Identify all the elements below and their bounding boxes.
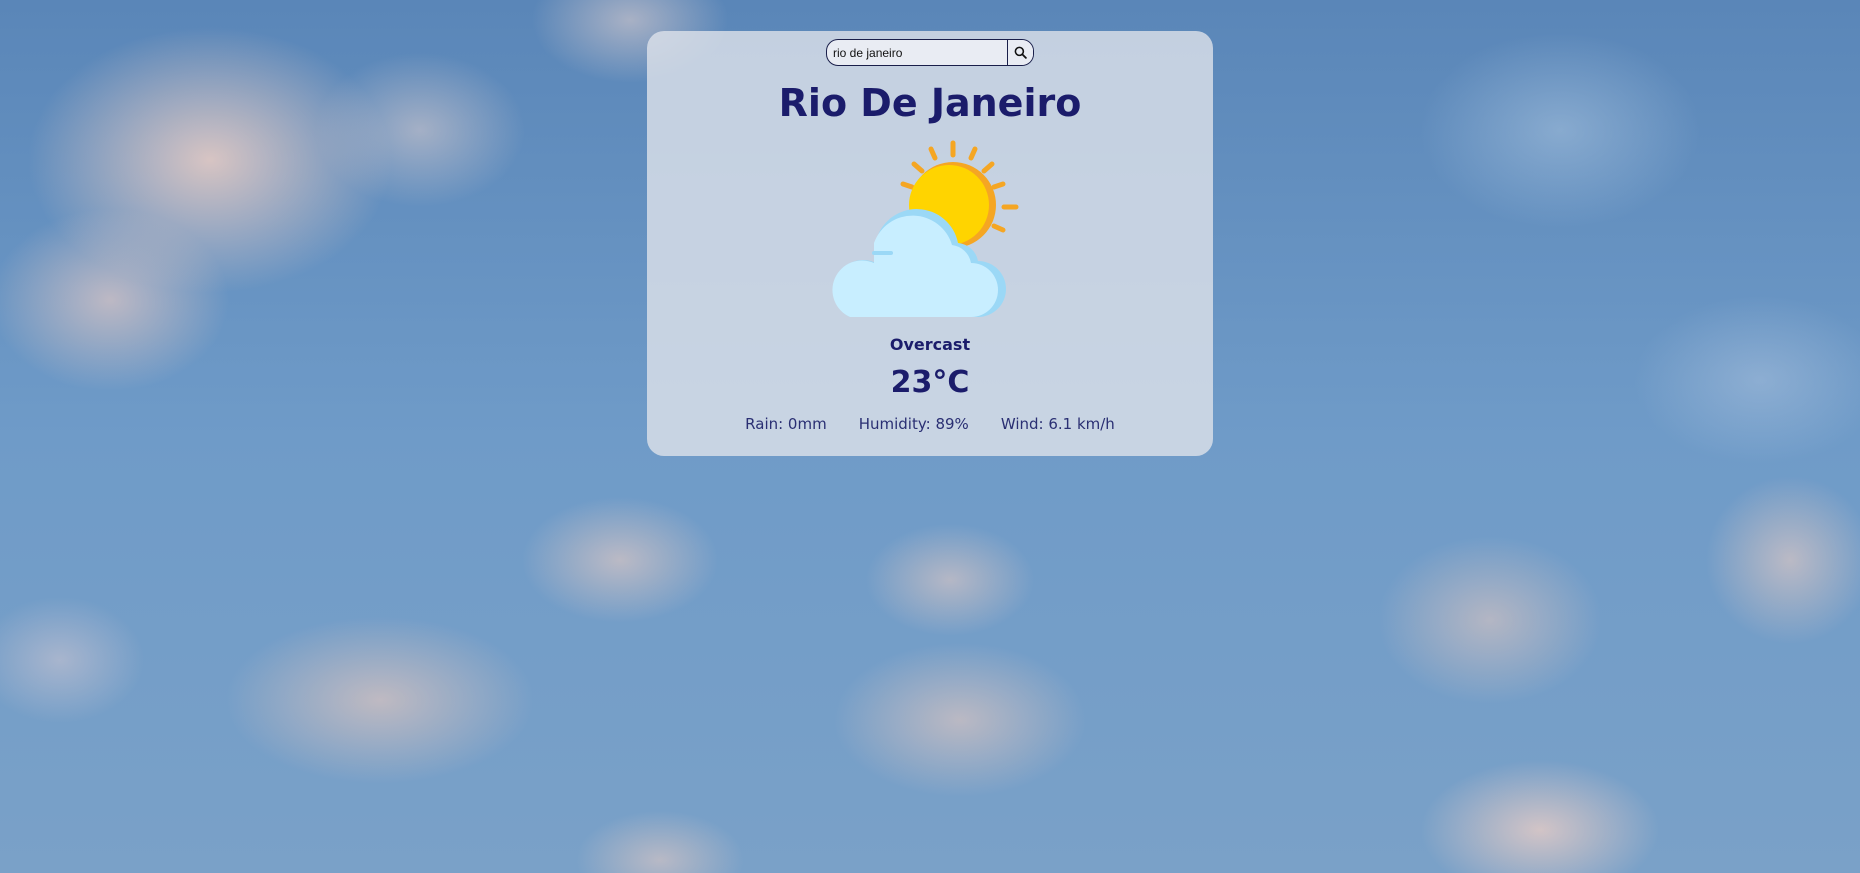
weather-stats: Rain: 0mm Humidity: 89% Wind: 6.1 km/h — [647, 415, 1213, 433]
search-bar — [826, 39, 1034, 66]
rain-stat: Rain: 0mm — [745, 415, 827, 433]
search-icon — [1014, 46, 1027, 59]
weather-card: Rio De Janeiro Overcast 23°C Rain: 0mm H… — [647, 31, 1213, 456]
humidity-stat: Humidity: 89% — [858, 415, 969, 433]
wind-stat: Wind: 6.1 km/h — [1000, 415, 1115, 433]
search-input[interactable] — [827, 40, 1007, 65]
partly-cloudy-icon — [832, 140, 1019, 317]
weather-condition: Overcast — [889, 335, 971, 354]
city-name: Rio De Janeiro — [778, 81, 1082, 125]
search-button[interactable] — [1007, 40, 1033, 65]
temperature: 23°C — [890, 365, 970, 400]
